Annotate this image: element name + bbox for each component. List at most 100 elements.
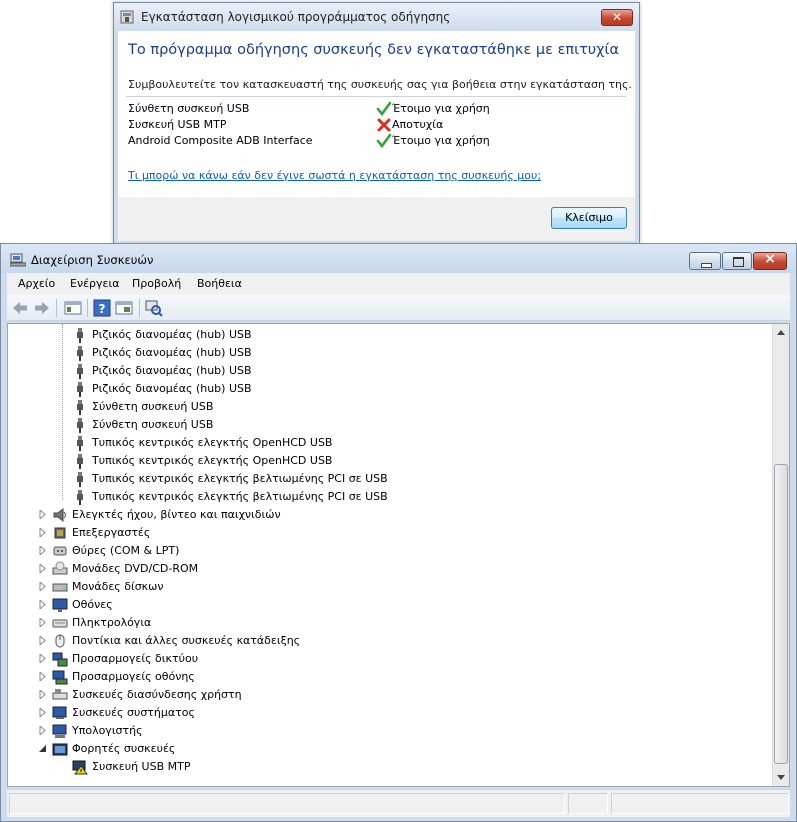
expand-arrow-icon[interactable] [39,510,47,519]
expand-arrow-icon[interactable] [39,582,47,591]
tree-item-usb-device[interactable]: Τυπικός κεντρικός ελεγκτής OpenHCD USB [8,452,768,470]
tree-item-usb-device[interactable]: Τυπικός κεντρικός ελεγκτής βελτιωμένης P… [8,488,768,506]
tree-item-label: Οθόνες [72,598,113,611]
menu-help[interactable]: Βοήθεια [197,277,242,290]
tree-item-label: Σύνθετη συσκευή USB [92,400,214,413]
tree-item-usb-device[interactable]: Ριζικός διανομέας (hub) USB [8,380,768,398]
usb-plug-icon [77,400,83,415]
dialog-body: Το πρόγραμμα οδήγησης συσκευής δεν εγκατ… [118,31,635,197]
tree-item-usb-device[interactable]: Σύνθετη συσκευή USB [8,398,768,416]
expand-arrow-icon[interactable] [39,636,47,645]
help-icon[interactable]: ? [93,299,111,317]
network-adapter-icon [52,652,68,667]
close-button[interactable]: Κλείσιμο [551,207,627,229]
status-cell [568,793,608,814]
menu-view[interactable]: Προβολή [132,277,181,290]
tree-item-usb-device[interactable]: Ριζικός διανομέας (hub) USB [8,344,768,362]
tree-category[interactable]: Επεξεργαστές [8,524,768,542]
tree-item-label: Μονάδες δίσκων [72,580,164,593]
dialog-close-button[interactable]: ✕ [601,9,633,26]
usb-plug-icon [77,364,83,379]
expand-arrow-icon[interactable] [39,690,47,699]
tree-item-label: Τυπικός κεντρικός ελεγκτής OpenHCD USB [92,436,333,449]
window-title-bar[interactable]: Διαχείριση Συσκευών [1,244,796,273]
display-adapter-icon [52,670,68,685]
tree-item-usb-device[interactable]: Σύνθετη συσκευή USB [8,416,768,434]
system-devices-icon [52,706,67,719]
back-arrow-icon[interactable] [11,299,29,317]
menu-file[interactable]: Αρχείο [18,277,55,290]
tree-category[interactable]: Μονάδες DVD/CD-ROM [8,560,768,578]
expand-arrow-icon[interactable] [39,672,47,681]
expand-arrow-icon[interactable] [39,600,47,609]
tree-category[interactable]: Προσαρμογείς οθόνης [8,668,768,686]
help-link[interactable]: Τι μπορώ να κάνω εάν δεν έγινε σωστά η ε… [128,169,541,182]
close-icon: ✕ [611,10,623,24]
expand-arrow-icon[interactable] [39,564,47,573]
svg-text:?: ? [99,302,106,316]
expand-arrow-icon[interactable] [39,708,47,717]
maximize-button[interactable] [722,252,752,270]
tree-item-label: Τυπικός κεντρικός ελεγκτής βελτιωμένης P… [92,472,388,485]
window-close-button[interactable] [753,251,787,270]
tree-item-label: Ποντίκια και άλλες συσκευές κατάδειξης [72,634,301,647]
device-manager-window: Διαχείριση Συσκευών Αρχείο Ενέργεια Προβ… [0,243,797,822]
device-status: Έτοιμο για χρήση [392,134,490,147]
expand-arrow-icon[interactable] [39,726,47,735]
tree-category[interactable]: Πληκτρολόγια [8,614,768,632]
tree-item-mtp-device[interactable]: Συσκευή USB MTP [8,758,768,776]
tree-category[interactable]: Ποντίκια και άλλες συσκευές κατάδειξης [8,632,768,650]
dialog-heading: Το πρόγραμμα οδήγησης συσκευής δεν εγκατ… [128,42,620,58]
tree-category[interactable]: Συσκευές διασύνδεσης χρήστη [8,686,768,704]
tree-item-usb-device[interactable]: Τυπικός κεντρικός ελεγκτής βελτιωμένης P… [8,470,768,488]
forward-arrow-icon[interactable] [33,299,51,317]
tree-category[interactable]: Φορητές συσκευές [8,740,768,758]
tree-category[interactable]: Ελεγκτές ήχου, βίντεο και παιχνιδιών [8,506,768,524]
checkmark-icon [376,101,392,117]
device-name: Συσκευή USB MTP [128,118,227,131]
scrollbar-thumb[interactable] [774,464,788,764]
tree-item-usb-device[interactable]: Ριζικός διανομέας (hub) USB [8,362,768,380]
properties-icon[interactable] [115,299,133,317]
usb-plug-icon [77,382,83,397]
device-status: Αποτυχία [392,118,444,131]
tree-category[interactable]: Μονάδες δίσκων [8,578,768,596]
device-name: Android Composite ADB Interface [128,134,313,147]
device-status: Έτοιμο για χρήση [392,102,490,115]
expand-arrow-icon[interactable] [39,528,47,537]
scroll-down-arrow-icon[interactable] [773,769,789,786]
console-tree-icon[interactable] [64,299,82,317]
expand-arrow-icon[interactable] [39,546,47,555]
tree-item-label: Τυπικός κεντρικός ελεγκτής βελτιωμένης P… [92,490,388,503]
expanded-arrow-icon[interactable] [39,744,47,753]
disk-drive-icon [52,583,68,592]
device-name: Σύνθετη συσκευή USB [128,102,250,115]
tree-item-usb-device[interactable]: Ριζικός διανομέας (hub) USB [8,326,768,344]
scan-hardware-icon[interactable] [145,299,163,317]
toolbar-separator [56,299,57,317]
scroll-up-arrow-icon[interactable] [773,324,789,341]
tree-category[interactable]: Οθόνες [8,596,768,614]
tree-item-label: Μονάδες DVD/CD-ROM [72,562,199,575]
tree-category[interactable]: Θύρες (COM & LPT) [8,542,768,560]
tree-category[interactable]: Υπολογιστής [8,722,768,740]
vertical-scrollbar[interactable] [772,324,789,786]
dialog-title-bar[interactable]: Εγκατάσταση λογισμικού προγράμματος οδήγ… [114,3,639,31]
toolbar: ? [7,295,790,321]
tree-category[interactable]: Προσαρμογείς δικτύου [8,650,768,668]
tree-item-usb-device[interactable]: Τυπικός κεντρικός ελεγκτής OpenHCD USB [8,434,768,452]
menu-action[interactable]: Ενέργεια [70,277,119,290]
window-title: Διαχείριση Συσκευών [31,253,154,267]
tree-item-label: Προσαρμογείς οθόνης [72,670,195,683]
dvd-drive-icon [52,561,68,575]
dialog-separator [126,96,626,97]
tree-category[interactable]: Συσκευές συστήματος [8,704,768,722]
tree-item-label: Υπολογιστής [72,724,143,737]
expand-arrow-icon[interactable] [39,654,47,663]
computer-icon [52,724,67,738]
device-manager-icon [10,253,26,267]
minimize-button[interactable] [689,252,721,270]
tree-item-label: Προσαρμογείς δικτύου [72,652,199,665]
expand-arrow-icon[interactable] [39,618,47,627]
usb-plug-icon [77,346,83,361]
